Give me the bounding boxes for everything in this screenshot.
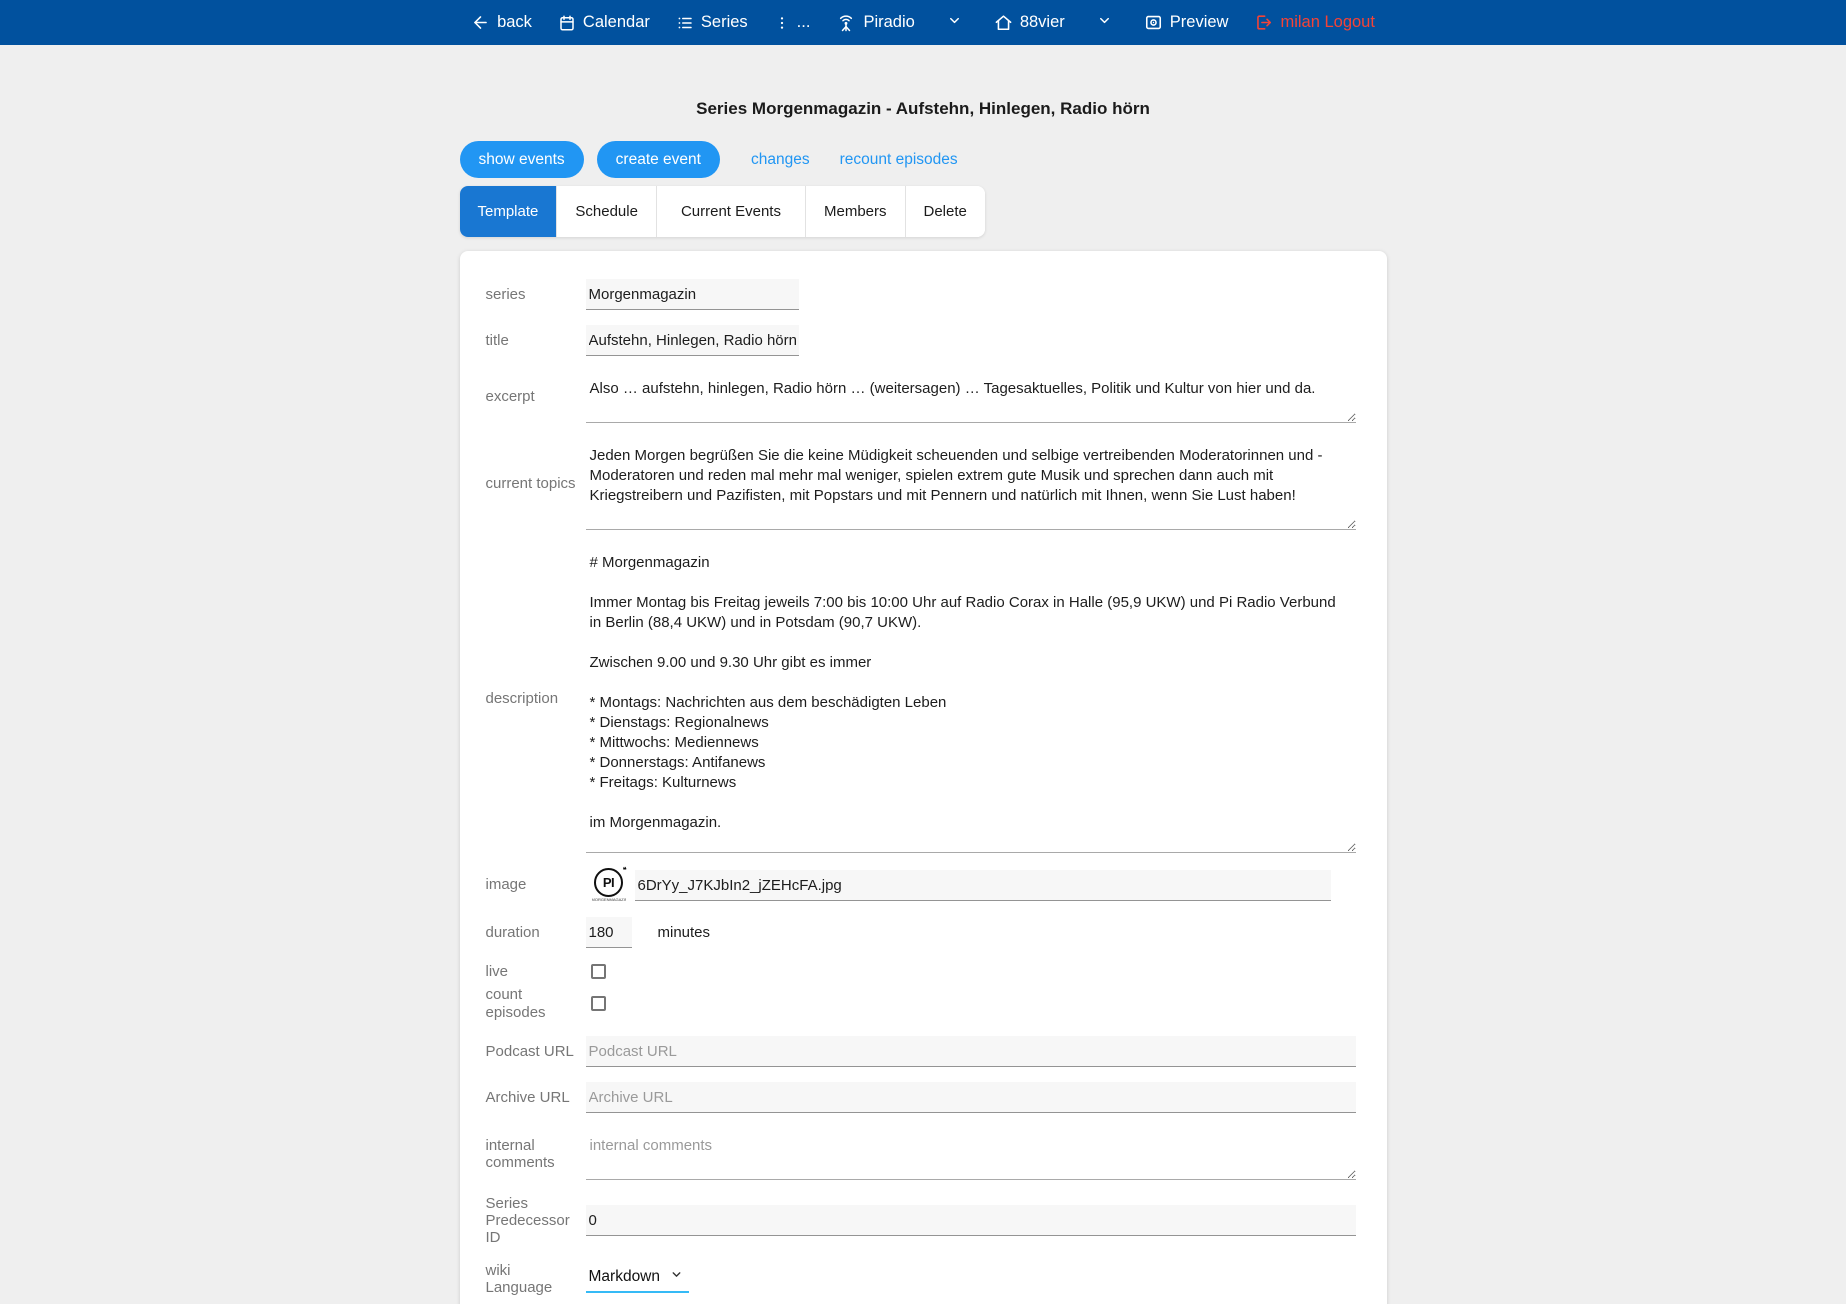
- recount-episodes-link[interactable]: recount episodes: [840, 151, 958, 169]
- duration-label: duration: [486, 924, 586, 941]
- dots-vertical-icon: [774, 14, 790, 32]
- form-row-live: live: [486, 963, 1356, 980]
- nav-more[interactable]: ...: [774, 13, 811, 32]
- wiki-language-selected-value: Markdown: [589, 1268, 661, 1286]
- nav-preview-label: Preview: [1170, 13, 1229, 32]
- pi-logo-caption: MORGENMAGAZIN: [592, 897, 626, 902]
- archive-url-input[interactable]: [586, 1082, 1356, 1113]
- series-predecessor-id-label: Series Predecessor ID: [486, 1195, 586, 1247]
- form-row-duration: duration minutes: [486, 917, 1356, 948]
- current-topics-label: current topics: [486, 475, 586, 492]
- series-actions: show events create event changes recount…: [460, 141, 1387, 178]
- tab-members[interactable]: Members: [806, 186, 906, 237]
- form-row-count-episodes: count episodes: [486, 986, 1356, 1021]
- form-row-excerpt: excerpt Also … aufstehn, hinlegen, Radio…: [486, 371, 1356, 423]
- image-label: image: [486, 876, 586, 893]
- description-textarea[interactable]: # Morgenmagazin Immer Montag bis Freitag…: [586, 545, 1356, 853]
- preview-icon: [1144, 13, 1163, 32]
- nav-logout[interactable]: milan Logout: [1254, 13, 1374, 32]
- arrow-left-icon: [471, 13, 490, 32]
- wiki-language-label: wiki Language: [486, 1262, 586, 1297]
- podcast-url-input[interactable]: [586, 1036, 1356, 1067]
- current-topics-textarea[interactable]: Jeden Morgen begrüßen Sie die keine Müdi…: [586, 438, 1356, 530]
- count-episodes-label: count episodes: [486, 986, 586, 1021]
- form-row-internal-comments: internal comments: [486, 1128, 1356, 1180]
- top-navbar: back Calendar Series ... Piradio 88vier: [0, 0, 1846, 45]
- create-event-button[interactable]: create event: [597, 141, 720, 178]
- nav-piradio[interactable]: Piradio: [836, 13, 914, 33]
- main-content: Series Morgenmagazin - Aufstehn, Hinlege…: [460, 99, 1387, 1304]
- nav-series[interactable]: Series: [676, 13, 748, 32]
- antenna-icon: [836, 13, 856, 33]
- series-label: series: [486, 286, 586, 303]
- nav-back[interactable]: back: [471, 13, 532, 32]
- nav-series-label: Series: [701, 13, 748, 32]
- series-logo-image: PI ❝ MORGENMAGAZIN: [592, 868, 626, 902]
- form-row-title: title: [486, 325, 1356, 356]
- form-row-image: image PI ❝ MORGENMAGAZIN: [486, 868, 1356, 902]
- tab-delete[interactable]: Delete: [906, 186, 985, 237]
- changes-link[interactable]: changes: [751, 151, 810, 169]
- excerpt-label: excerpt: [486, 388, 586, 405]
- chevron-down-icon[interactable]: [947, 13, 962, 33]
- description-label: description: [486, 690, 586, 707]
- page-title: Series Morgenmagazin - Aufstehn, Hinlege…: [460, 99, 1387, 119]
- form-row-wiki-language: wiki Language Markdown: [486, 1262, 1356, 1297]
- wiki-language-select[interactable]: Markdown: [586, 1264, 690, 1293]
- nav-station-88vier[interactable]: 88vier: [994, 13, 1065, 32]
- tab-current-events[interactable]: Current Events: [657, 186, 806, 237]
- nav-calendar-label: Calendar: [583, 13, 650, 32]
- template-form-card: series title excerpt Also … aufstehn, hi…: [460, 251, 1387, 1304]
- logout-icon: [1254, 13, 1273, 32]
- internal-comments-textarea[interactable]: [586, 1128, 1356, 1180]
- live-label: live: [486, 963, 586, 980]
- chevron-down-icon: [670, 1268, 683, 1286]
- excerpt-textarea[interactable]: Also … aufstehn, hinlegen, Radio hörn … …: [586, 371, 1356, 423]
- pi-logo-icon: PI ❝: [594, 868, 623, 897]
- live-checkbox[interactable]: [591, 964, 606, 979]
- chevron-down-icon[interactable]: [1097, 13, 1112, 33]
- calendar-icon: [558, 14, 576, 32]
- nav-logout-label: milan Logout: [1280, 13, 1374, 32]
- tab-schedule[interactable]: Schedule: [557, 186, 657, 237]
- list-icon: [676, 14, 694, 32]
- form-row-series-predecessor-id: Series Predecessor ID: [486, 1195, 1356, 1247]
- form-row-series: series: [486, 279, 1356, 310]
- form-row-podcast-url: Podcast URL: [486, 1036, 1356, 1067]
- series-predecessor-id-input[interactable]: [586, 1205, 1356, 1236]
- form-row-description: description # Morgenmagazin Immer Montag…: [486, 545, 1356, 853]
- nav-back-label: back: [497, 13, 532, 32]
- form-row-current-topics: current topics Jeden Morgen begrüßen Sie…: [486, 438, 1356, 530]
- title-label: title: [486, 332, 586, 349]
- nav-calendar[interactable]: Calendar: [558, 13, 650, 32]
- nav-more-label: ...: [797, 13, 811, 32]
- image-filename-input[interactable]: [635, 870, 1331, 901]
- tab-template[interactable]: Template: [460, 186, 558, 237]
- duration-input[interactable]: [586, 917, 632, 948]
- title-input[interactable]: [586, 325, 799, 356]
- tab-bar: Template Schedule Current Events Members…: [460, 186, 985, 237]
- nav-station-label: 88vier: [1020, 13, 1065, 32]
- internal-comments-label: internal comments: [486, 1137, 586, 1172]
- nav-preview[interactable]: Preview: [1144, 13, 1229, 32]
- nav-piradio-label: Piradio: [863, 13, 914, 32]
- show-events-button[interactable]: show events: [460, 141, 584, 178]
- count-episodes-checkbox[interactable]: [591, 996, 606, 1011]
- duration-unit-label: minutes: [658, 924, 711, 941]
- form-row-archive-url: Archive URL: [486, 1082, 1356, 1113]
- home-icon: [994, 13, 1013, 32]
- series-input[interactable]: [586, 279, 799, 310]
- archive-url-label: Archive URL: [486, 1089, 586, 1106]
- podcast-url-label: Podcast URL: [486, 1043, 586, 1060]
